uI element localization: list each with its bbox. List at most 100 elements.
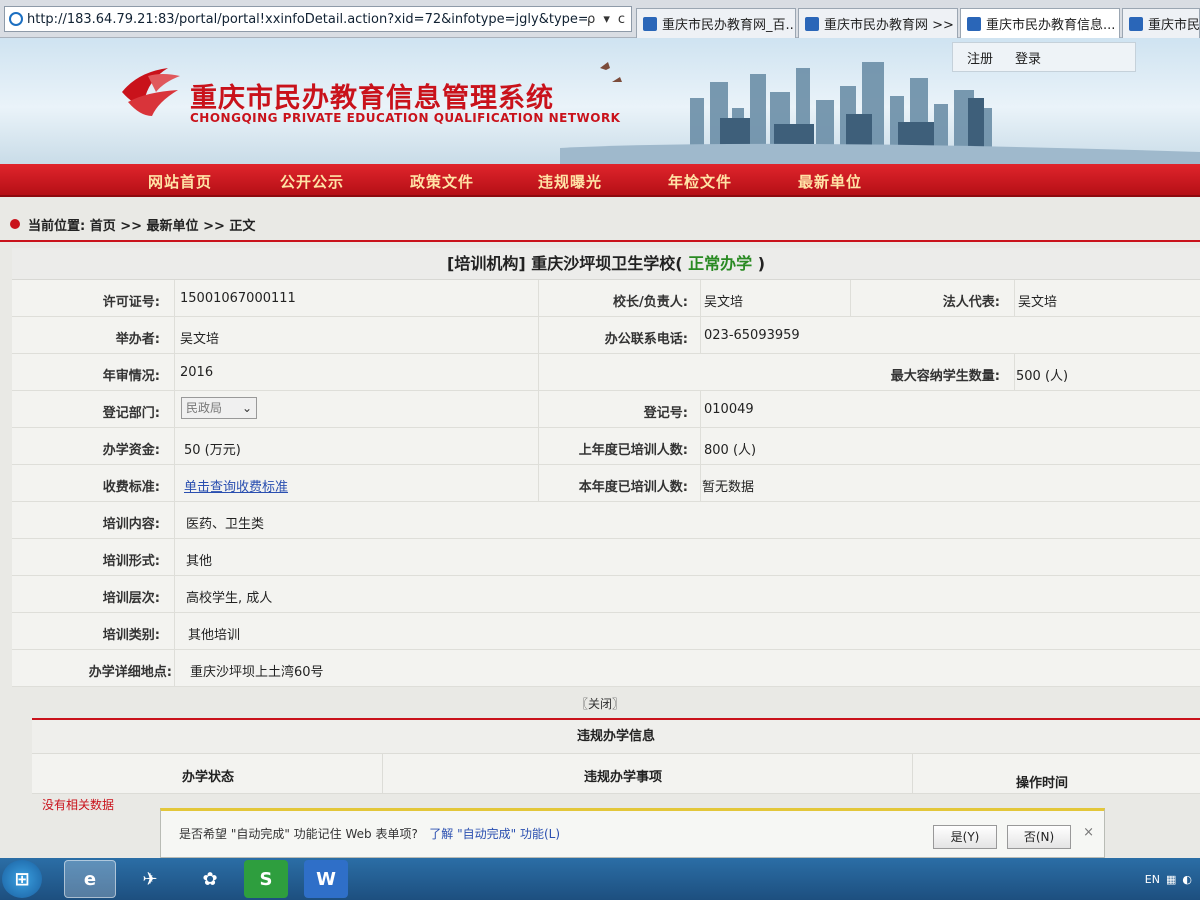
browser-tab-2[interactable]: 重庆市民办教育网 >> ... bbox=[798, 8, 958, 38]
site-title: 重庆市民办教育信息管理系统 bbox=[190, 83, 554, 114]
site-subtitle: CHONGQING PRIVATE EDUCATION QUALIFICATIO… bbox=[190, 111, 621, 125]
this-year-trained-value: 暂无数据 bbox=[702, 480, 755, 495]
refresh-icon[interactable]: c bbox=[618, 12, 625, 27]
ie-favicon-icon bbox=[967, 16, 981, 31]
nav-home[interactable]: 网站首页 bbox=[148, 171, 212, 192]
nav-annual-check[interactable]: 年检文件 bbox=[668, 171, 732, 192]
ie-favicon-icon bbox=[805, 16, 819, 31]
page-favicon-icon bbox=[643, 16, 657, 31]
nav-public-notice[interactable]: 公开公示 bbox=[280, 171, 344, 192]
row-fees: 收费标准: 单击查询收费标准 本年度已培训人数: 暂无数据 bbox=[12, 465, 1200, 502]
browser-tab-1[interactable]: 重庆市民办教育网_百... bbox=[636, 8, 796, 38]
tab-label: 重庆市民办教育信息... bbox=[986, 18, 1116, 33]
start-button-icon[interactable]: ⊞ bbox=[2, 860, 42, 898]
row-address: 办学详细地点: 重庆沙坪坝上土湾60号 bbox=[12, 650, 1200, 687]
address-label: 办学详细地点: bbox=[88, 665, 172, 680]
this-year-trained-label: 本年度已培训人数: bbox=[578, 480, 688, 495]
regno-label: 登记号: bbox=[643, 406, 688, 421]
url-text[interactable]: http://183.64.79.21:83/portal/portal!xxi… bbox=[27, 12, 587, 27]
browser-tab-4[interactable]: 重庆市民办 bbox=[1122, 8, 1200, 38]
title-suffix: ) bbox=[757, 254, 765, 273]
autocomplete-learn-link[interactable]: 了解 "自动完成" 功能(L) bbox=[429, 827, 560, 841]
dropdown-icon[interactable]: ▾ bbox=[603, 12, 610, 27]
fee-label: 收费标准: bbox=[102, 480, 160, 495]
row-training-level: 培训层次: 高校学生, 成人 bbox=[12, 576, 1200, 613]
tab-label: 重庆市民办 bbox=[1148, 18, 1200, 33]
dept-select[interactable]: 民政局 ⌄ bbox=[181, 397, 257, 419]
colorful-app-icon[interactable]: ✿ bbox=[184, 860, 236, 898]
windows-taskbar: ⊞ e ✈ ✿ S W EN ▦ ◐ bbox=[0, 858, 1200, 900]
register-link[interactable]: 注册 bbox=[967, 48, 993, 67]
status-badge: 正常办学 bbox=[688, 254, 753, 273]
row-training-content: 培训内容: 医药、卫生类 bbox=[12, 502, 1200, 539]
institution-name: [培训机构] 重庆沙坪坝卫生学校( bbox=[447, 254, 683, 273]
violations-title: 违规办学信息 bbox=[32, 720, 1200, 754]
browser-tab-3[interactable]: 重庆市民办教育信息... bbox=[960, 8, 1120, 38]
login-link[interactable]: 登录 bbox=[1015, 48, 1041, 67]
phone-label: 办公联系电话: bbox=[604, 332, 688, 347]
volume-icon[interactable]: ◐ bbox=[1182, 873, 1192, 886]
violations-section: 违规办学信息 办学状态 违规办学事项 操作时间 bbox=[32, 718, 1200, 794]
license-value: 15001067000111 bbox=[180, 291, 296, 306]
principal-value: 吴文培 bbox=[704, 295, 744, 310]
capacity-label: 最大容纳学生数量: bbox=[890, 369, 1000, 384]
autocomplete-question: 是否希望 "自动完成" 功能记住 Web 表单项? bbox=[179, 827, 418, 841]
nav-violations[interactable]: 违规曝光 bbox=[538, 171, 602, 192]
language-indicator[interactable]: EN bbox=[1145, 873, 1160, 886]
sponsor-label: 举办者: bbox=[115, 332, 160, 347]
nav-latest-units[interactable]: 最新单位 bbox=[798, 171, 862, 192]
address-value: 重庆沙坪坝上土湾60号 bbox=[190, 665, 324, 680]
sponsor-value: 吴文培 bbox=[180, 332, 220, 347]
form-label: 培训形式: bbox=[102, 554, 160, 569]
close-link[interactable]: 〖关闭〗 bbox=[0, 690, 1200, 718]
breadcrumb-text: 当前位置: 首页 >> 最新单位 >> 正文 bbox=[28, 218, 256, 234]
address-bar[interactable]: http://183.64.79.21:83/portal/portal!xxi… bbox=[4, 6, 632, 32]
main-nav: 网站首页 公开公示 政策文件 违规曝光 年检文件 最新单位 bbox=[0, 164, 1200, 197]
bird-app-icon[interactable]: ✈ bbox=[124, 860, 176, 898]
wps-writer-icon[interactable]: W bbox=[304, 860, 348, 898]
ie-favicon-icon bbox=[1129, 16, 1143, 31]
violations-header-row: 办学状态 违规办学事项 操作时间 bbox=[32, 754, 1200, 794]
system-tray: EN ▦ ◐ bbox=[1145, 858, 1200, 900]
no-data-text: 没有相关数据 bbox=[42, 798, 115, 812]
yes-button[interactable]: 是(Y) bbox=[933, 825, 997, 849]
review-value: 2016 bbox=[180, 365, 214, 380]
chevron-down-icon: ⌄ bbox=[241, 401, 252, 415]
search-icon[interactable]: ρ bbox=[587, 12, 595, 27]
close-icon[interactable]: × bbox=[1083, 825, 1094, 840]
content-value: 医药、卫生类 bbox=[186, 517, 265, 532]
legal-rep-value: 吴文培 bbox=[1018, 295, 1058, 310]
form-value: 其他 bbox=[186, 554, 213, 569]
fee-standard-link[interactable]: 单击查询收费标准 bbox=[184, 476, 288, 495]
ie-taskbar-icon[interactable]: e bbox=[64, 860, 116, 898]
regno-value: 010049 bbox=[704, 402, 754, 417]
site-header: 重庆市民办教育信息管理系统 CHONGQING PRIVATE EDUCATIO… bbox=[0, 38, 1200, 164]
autocomplete-notification: 是否希望 "自动完成" 功能记住 Web 表单项? 了解 "自动完成" 功能(L… bbox=[160, 808, 1105, 858]
principal-label: 校长/负责人: bbox=[613, 295, 688, 310]
nav-policy-docs[interactable]: 政策文件 bbox=[410, 171, 474, 192]
dept-selected-value: 民政局 bbox=[186, 401, 223, 415]
funds-label: 办学资金: bbox=[102, 443, 160, 458]
dept-label: 登记部门: bbox=[102, 406, 160, 421]
detail-title: [培训机构] 重庆沙坪坝卫生学校( 正常办学 ) bbox=[12, 248, 1200, 280]
no-button[interactable]: 否(N) bbox=[1007, 825, 1071, 849]
institution-detail: [培训机构] 重庆沙坪坝卫生学校( 正常办学 ) 许可证号: 150010670… bbox=[12, 248, 1200, 687]
network-icon[interactable]: ▦ bbox=[1166, 873, 1176, 886]
category-label: 培训类别: bbox=[102, 628, 160, 643]
tab-label: 重庆市民办教育网_百... bbox=[662, 18, 796, 33]
browser-toolbar: http://183.64.79.21:83/portal/portal!xxi… bbox=[0, 0, 1200, 38]
level-value: 高校学生, 成人 bbox=[186, 591, 273, 606]
row-annual-review: 年审情况: 2016 最大容纳学生数量: 500 (人) bbox=[12, 354, 1200, 391]
wps-spreadsheet-icon[interactable]: S bbox=[244, 860, 288, 898]
funds-value: 50 (万元) bbox=[184, 443, 241, 458]
breadcrumb: 当前位置: 首页 >> 最新单位 >> 正文 bbox=[0, 208, 1200, 242]
last-year-trained-value: 800 (人) bbox=[704, 443, 757, 458]
review-label: 年审情况: bbox=[102, 369, 160, 384]
site-logo bbox=[122, 68, 180, 116]
autocomplete-message: 是否希望 "自动完成" 功能记住 Web 表单项? 了解 "自动完成" 功能(L… bbox=[179, 825, 560, 842]
bullet-icon bbox=[10, 219, 20, 229]
level-label: 培训层次: bbox=[102, 591, 160, 606]
legal-rep-label: 法人代表: bbox=[942, 295, 1000, 310]
col-operation-time: 操作时间 bbox=[1016, 776, 1069, 791]
row-license: 许可证号: 15001067000111 校长/负责人: 吴文培 法人代表: 吴… bbox=[12, 280, 1200, 317]
